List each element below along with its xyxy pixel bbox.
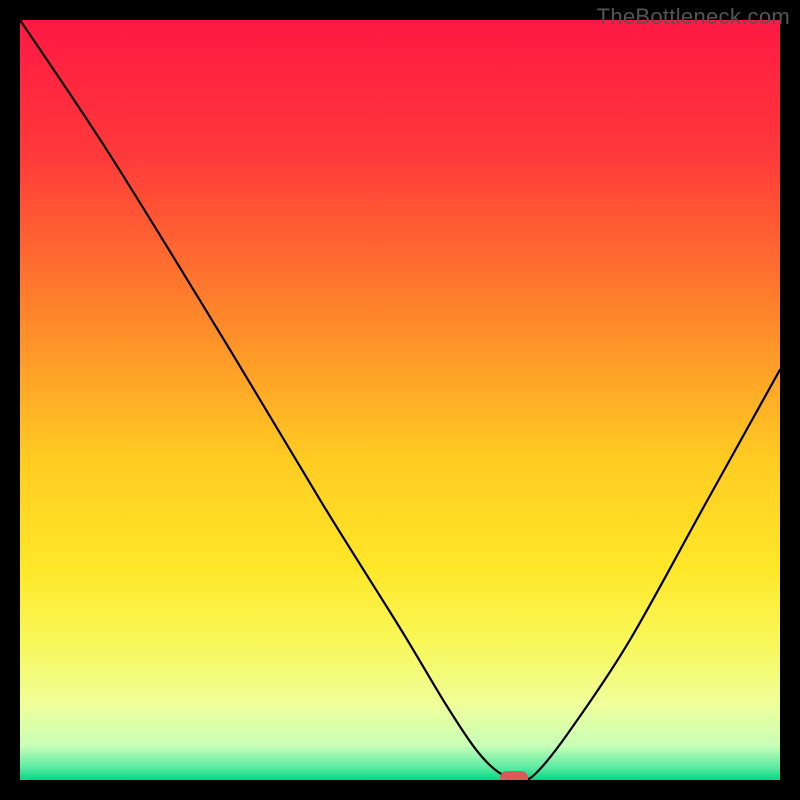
gradient-background [20, 20, 780, 780]
plot-area [20, 20, 780, 780]
watermark-text: TheBottleneck.com [597, 4, 790, 30]
chart-frame: TheBottleneck.com [0, 0, 800, 800]
bottleneck-chart [20, 20, 780, 780]
optimal-marker [500, 771, 528, 780]
